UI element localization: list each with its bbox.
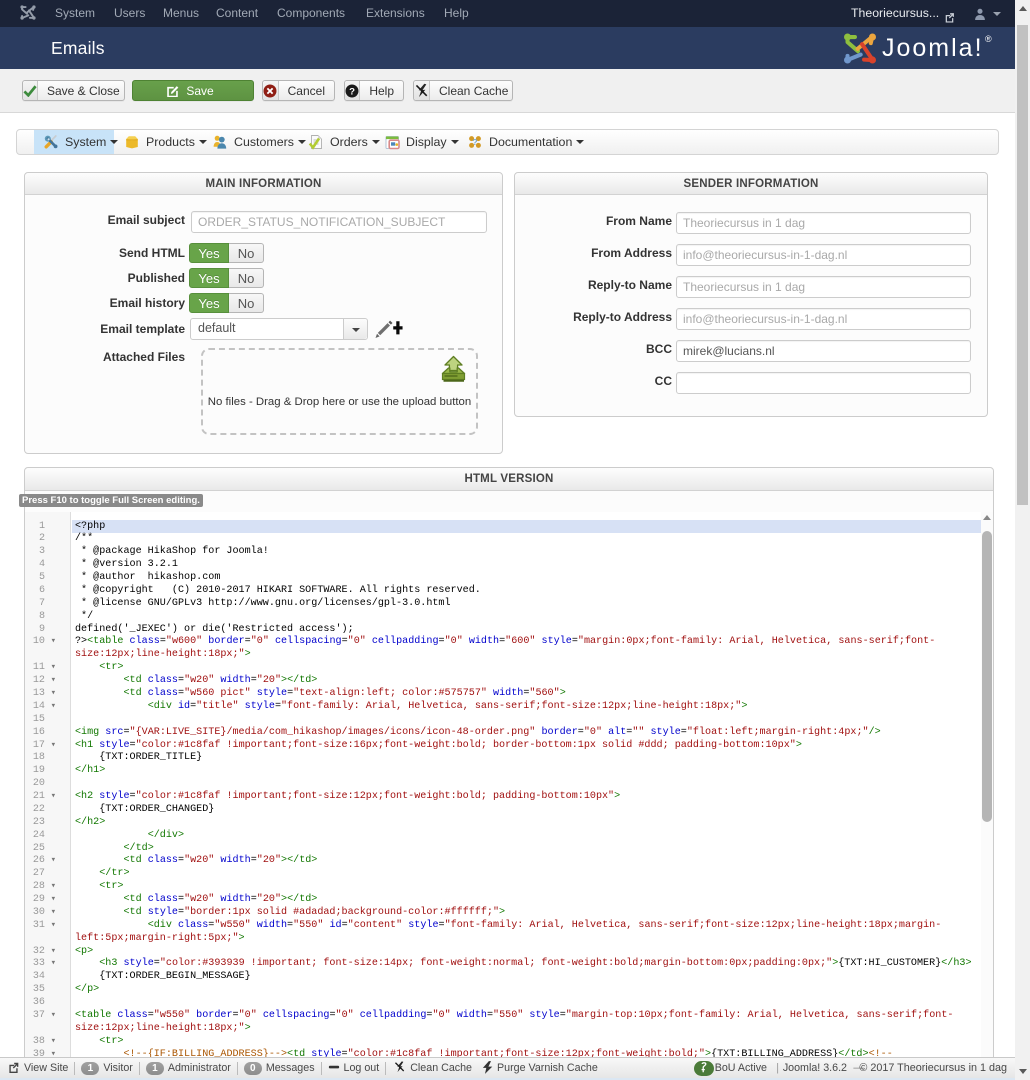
- svg-text:?: ?: [472, 137, 477, 147]
- svg-text:?: ?: [349, 86, 355, 97]
